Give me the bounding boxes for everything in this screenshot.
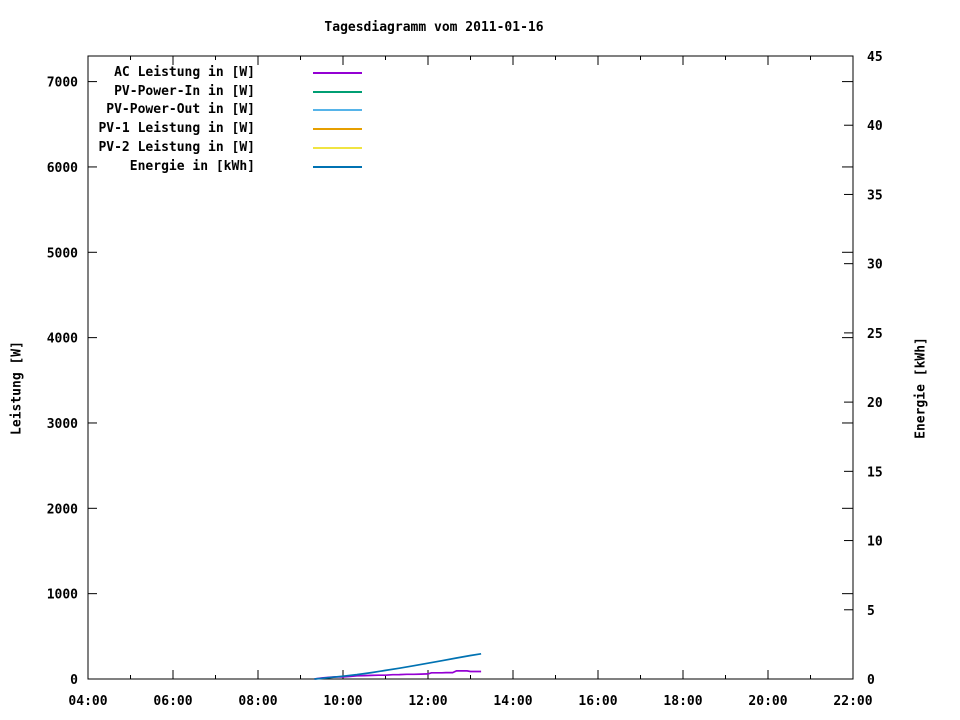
x-tick-label: 16:00 — [578, 694, 617, 709]
legend-line-sample — [313, 166, 362, 168]
y2-tick-label: 35 — [867, 188, 883, 203]
y2-tick-label: 15 — [867, 465, 883, 480]
y2-tick-label: 30 — [867, 258, 883, 273]
y2-tick-label: 25 — [867, 327, 883, 342]
y1-tick-label: 2000 — [47, 502, 78, 517]
y2-tick-label: 5 — [867, 604, 875, 619]
series-line-1 — [315, 671, 482, 679]
y1-tick-label: 0 — [70, 673, 78, 688]
y1-tick-label: 5000 — [47, 246, 78, 261]
legend-line-sample — [313, 72, 362, 74]
legend-label: PV-2 Leistung in [W] — [98, 139, 255, 157]
y2-tick-label: 20 — [867, 396, 883, 411]
x-tick-label: 04:00 — [68, 694, 107, 709]
x-tick-label: 06:00 — [153, 694, 192, 709]
legend-label: AC Leistung in [W] — [114, 64, 255, 82]
y2-tick-label: 10 — [867, 535, 883, 550]
legend-line-sample — [313, 109, 362, 111]
legend-label: PV-Power-In in [W] — [114, 83, 255, 101]
x-tick-label: 14:00 — [493, 694, 532, 709]
y2-tick-label: 0 — [867, 673, 875, 688]
x-tick-label: 22:00 — [833, 694, 872, 709]
y1-tick-label: 3000 — [47, 417, 78, 432]
y-axis-title-left: Leistung [W] — [10, 341, 25, 435]
chart-canvas: 04:00 06:00 08:00 10:00 12:00 14:00 16:00 18:00… — [0, 0, 960, 720]
x-tick-label: 10:00 — [323, 694, 362, 709]
x-tick-label: 18:00 — [663, 694, 702, 709]
y2-tick-label: 45 — [867, 50, 883, 65]
y1-tick-label: 1000 — [47, 588, 78, 603]
legend-line-sample — [313, 91, 362, 93]
x-tick-label: 20:00 — [748, 694, 787, 709]
x-tick-label: 08:00 — [238, 694, 277, 709]
legend-label: PV-1 Leistung in [W] — [98, 120, 255, 138]
legend-label: PV-Power-Out in [W] — [106, 101, 255, 119]
legend-line-sample — [313, 147, 362, 149]
legend-line-sample — [313, 128, 362, 130]
x-tick-label: 12:00 — [408, 694, 447, 709]
y-axis-title-right: Energie [kWh] — [914, 337, 929, 439]
legend-item: Energie in [kWh] — [0, 167, 960, 185]
y1-tick-label: 4000 — [47, 332, 78, 347]
chart-title: Tagesdiagramm vom 2011-01-16 — [324, 20, 543, 35]
legend-label: Energie in [kWh] — [130, 158, 255, 176]
